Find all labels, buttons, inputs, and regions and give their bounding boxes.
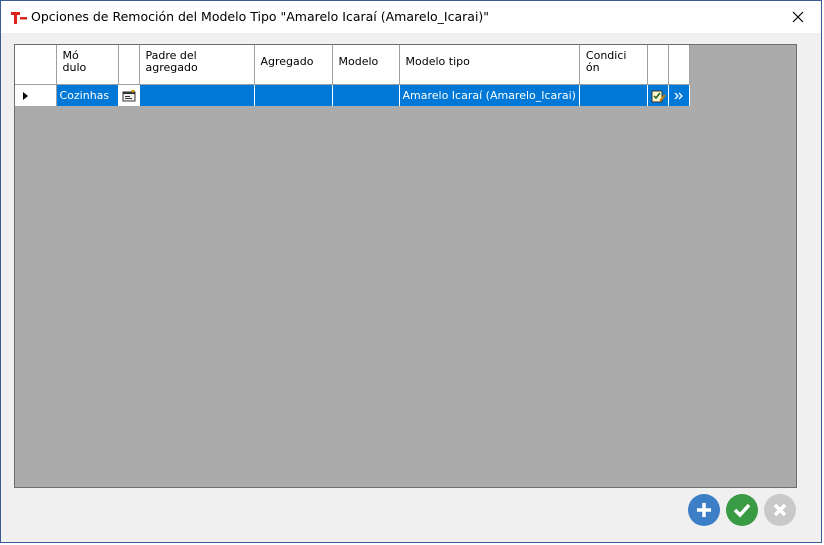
column-header-modelo[interactable]: Modelo	[332, 45, 400, 85]
cell-agregado[interactable]	[254, 84, 333, 106]
column-header-agregado[interactable]: Agregado	[254, 45, 333, 85]
row-header[interactable]	[15, 84, 57, 106]
cell-modelo[interactable]	[332, 84, 400, 106]
cell-edit-condition[interactable]	[647, 84, 669, 106]
grid-table: Mó dulo Padre del agregado Agregado Mode…	[15, 45, 690, 106]
window-title: Opciones de Remoción del Modelo Tipo "Am…	[31, 9, 490, 24]
cancel-button[interactable]	[764, 494, 796, 526]
close-icon	[792, 11, 804, 23]
cell-more[interactable]	[668, 84, 690, 106]
title-bar: Opciones de Remoción del Modelo Tipo "Am…	[1, 1, 821, 33]
cell-form-icon[interactable]	[118, 84, 140, 106]
column-header-condicion[interactable]: Condici ón	[579, 45, 648, 85]
cell-padre[interactable]	[139, 84, 255, 106]
close-button[interactable]	[775, 1, 821, 33]
plus-icon	[697, 503, 711, 517]
double-chevron-right-icon	[674, 92, 683, 99]
check-icon	[733, 503, 751, 518]
column-header-edit[interactable]	[647, 45, 669, 85]
dialog-window: Opciones de Remoción del Modelo Tipo "Am…	[0, 0, 822, 543]
cell-modelo-tipo[interactable]: Amarelo Icaraí (Amarelo_Icarai)	[399, 84, 580, 106]
column-header-icon[interactable]	[118, 45, 140, 85]
column-header-padre[interactable]: Padre del agregado	[139, 45, 255, 85]
cell-modulo[interactable]: Cozinhas	[56, 84, 119, 106]
row-pointer-icon	[23, 91, 28, 100]
ok-button[interactable]	[726, 494, 758, 526]
t-app-icon	[11, 10, 27, 24]
checklist-edit-icon	[651, 90, 666, 102]
data-grid[interactable]: Mó dulo Padre del agregado Agregado Mode…	[14, 44, 797, 488]
add-button[interactable]	[688, 494, 720, 526]
cell-condicion[interactable]	[579, 84, 648, 106]
grid-header-row: Mó dulo Padre del agregado Agregado Mode…	[15, 45, 690, 85]
row-header-corner	[15, 45, 57, 85]
table-row[interactable]: Cozinhas Amarelo Icaraí (Amarelo_Icarai)	[15, 84, 690, 106]
column-header-modulo[interactable]: Mó dulo	[56, 45, 119, 85]
x-icon	[773, 503, 787, 517]
column-header-modelo-tipo[interactable]: Modelo tipo	[399, 45, 580, 85]
form-icon	[122, 89, 135, 101]
column-header-more[interactable]	[668, 45, 690, 85]
